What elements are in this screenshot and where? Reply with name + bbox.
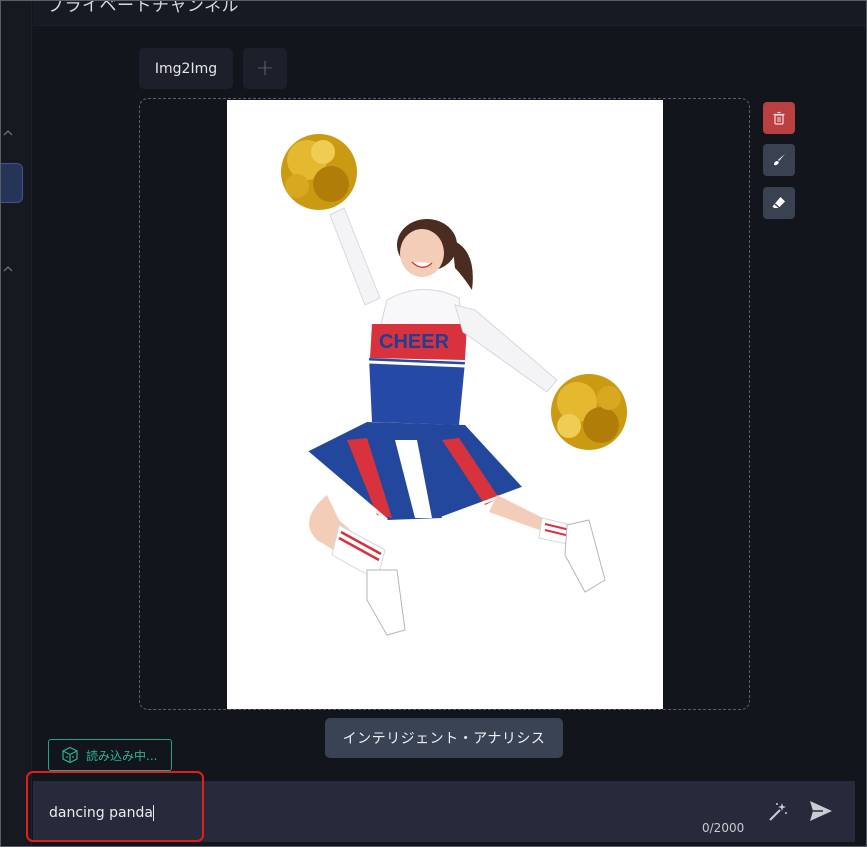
intelligent-analysis-button[interactable]: インテリジェント・アナリシス — [325, 718, 563, 758]
eraser-tool-button[interactable] — [763, 187, 795, 219]
chevron-up-icon[interactable] — [3, 264, 13, 274]
pom-pom-lower — [551, 374, 627, 450]
sidebar-active-item[interactable] — [0, 163, 23, 203]
text-caret — [152, 805, 154, 821]
left-sidebar — [0, 1, 32, 846]
trash-icon — [773, 111, 785, 125]
character-counter: 0/2000 — [702, 821, 745, 835]
image-canvas[interactable]: CHEER — [139, 98, 750, 710]
eraser-icon — [772, 197, 785, 209]
send-button[interactable] — [808, 798, 834, 824]
uniform-lettering: CHEER — [379, 331, 450, 353]
chevron-up-icon[interactable] — [3, 128, 13, 138]
cube-icon — [62, 746, 78, 764]
channel-title: プライベートチャンネル — [47, 0, 239, 16]
brush-icon — [774, 154, 785, 166]
magic-wand-icon — [769, 803, 787, 821]
prompt-text: dancing panda — [49, 805, 153, 821]
uploaded-image: CHEER — [227, 100, 663, 709]
pom-pom-upper — [281, 134, 357, 210]
send-icon — [810, 801, 832, 821]
tab-img2img[interactable]: Img2Img — [139, 48, 233, 89]
loading-indicator: 読み込み中... — [48, 739, 172, 771]
loading-label: 読み込み中... — [86, 748, 158, 763]
magic-wand-button[interactable] — [766, 800, 790, 824]
channel-header: プライベートチャンネル — [33, 0, 866, 26]
delete-image-button[interactable] — [763, 102, 795, 134]
add-tab-button[interactable]: + — [243, 48, 287, 89]
prompt-input[interactable]: dancing panda — [49, 802, 349, 824]
brush-tool-button[interactable] — [763, 144, 795, 176]
